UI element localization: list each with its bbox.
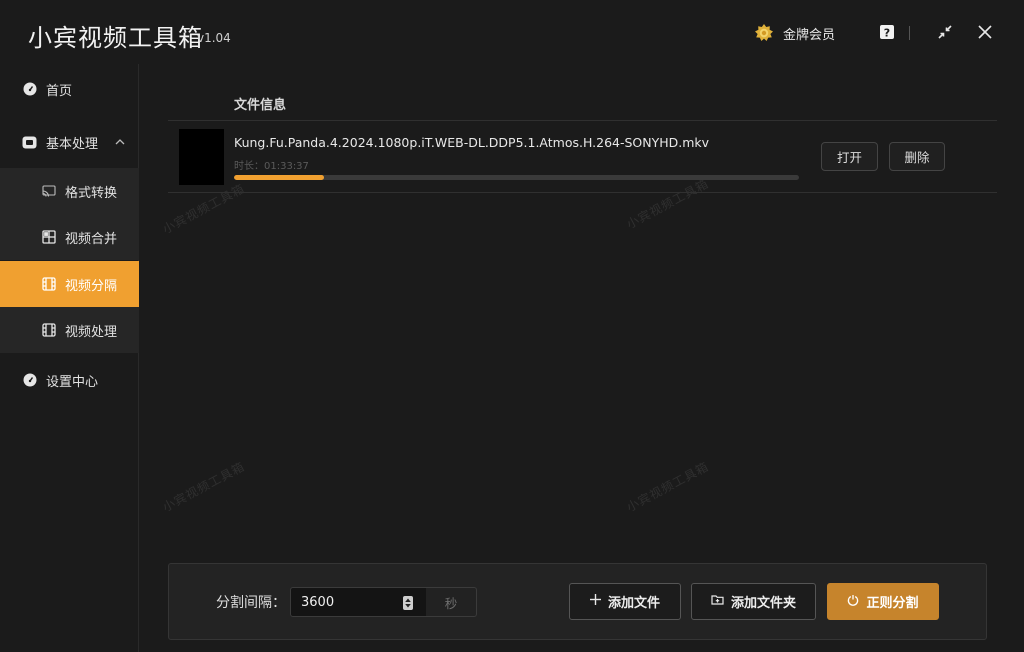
sidebar-item-label: 视频合并 — [65, 231, 118, 247]
add-file-button[interactable]: 添加文件 — [569, 583, 681, 620]
sidebar-item-video-merge[interactable]: 视频合并 — [0, 214, 139, 260]
box-icon — [22, 135, 37, 150]
gold-medal-icon — [755, 24, 773, 41]
shrink-arrows-icon — [938, 25, 952, 39]
film-icon — [41, 277, 56, 292]
add-file-label: 添加文件 — [607, 596, 660, 611]
sidebar-item-format-convert[interactable]: 格式转换 — [0, 168, 139, 214]
folder-icon — [711, 594, 724, 609]
svg-text:?: ? — [884, 27, 890, 40]
sidebar-item-settings[interactable]: 设置中心 — [0, 356, 139, 404]
unit-label: 秒 — [426, 587, 477, 617]
sidebar-item-label: 视频分隔 — [65, 278, 118, 294]
video-thumbnail — [179, 129, 224, 185]
start-split-label: 正则分割 — [866, 596, 919, 611]
title-bar: 小宾视频工具箱 v1.04 金牌会员 ? — [0, 0, 1024, 64]
sidebar-item-label: 首页 — [46, 83, 73, 99]
file-info-header: 文件信息 — [234, 98, 287, 113]
sidebar-item-video-process[interactable]: 视频处理 — [0, 307, 139, 353]
watermark: 小宾视频工具箱 — [624, 459, 712, 515]
file-duration: 时长：01:33:37 — [234, 161, 309, 172]
sidebar-item-label: 设置中心 — [46, 374, 99, 390]
help-button[interactable]: ? — [877, 22, 897, 42]
sidebar-item-label: 视频处理 — [65, 324, 118, 340]
interval-label: 分割间隔： — [216, 595, 286, 611]
cast-icon — [41, 184, 56, 199]
open-button[interactable]: 打开 — [821, 142, 878, 171]
add-folder-label: 添加文件夹 — [730, 596, 796, 611]
file-name: Kung.Fu.Panda.4.2024.1080p.iT.WEB-DL.DDP… — [234, 135, 710, 150]
app-title: 小宾视频工具箱 — [28, 24, 203, 52]
vip-member-button[interactable]: 金牌会员 — [754, 22, 835, 44]
progress-fill — [234, 175, 325, 180]
plus-icon — [589, 594, 601, 609]
sidebar-item-basic[interactable]: 基本处理 — [0, 118, 139, 166]
start-split-button[interactable]: 正则分割 — [827, 583, 939, 620]
help-icon: ? — [880, 25, 894, 40]
header-divider — [168, 120, 997, 121]
gauge-icon — [22, 373, 37, 388]
sidebar-item-video-split[interactable]: 视频分隔 — [0, 261, 139, 307]
progress-bar — [234, 175, 799, 180]
row-divider — [168, 192, 997, 193]
chevron-up-icon — [115, 135, 125, 150]
close-icon — [978, 25, 992, 39]
grid-merge-icon — [41, 230, 56, 245]
sidebar-item-label: 格式转换 — [65, 185, 118, 201]
film-icon — [41, 323, 56, 338]
watermark: 小宾视频工具箱 — [624, 176, 712, 232]
gauge-icon — [22, 82, 37, 97]
watermark: 小宾视频工具箱 — [160, 181, 248, 237]
close-button[interactable] — [975, 22, 995, 42]
titlebar-separator — [909, 26, 910, 40]
watermark: 小宾视频工具箱 — [160, 459, 248, 515]
vip-label: 金牌会员 — [783, 27, 836, 43]
power-icon — [847, 594, 859, 610]
sidebar-item-label: 基本处理 — [46, 136, 99, 152]
minimize-button[interactable] — [935, 22, 955, 42]
delete-button[interactable]: 删除 — [889, 142, 945, 171]
app-version: v1.04 — [197, 31, 231, 45]
spinner-icon[interactable] — [403, 595, 413, 610]
add-folder-button[interactable]: 添加文件夹 — [691, 583, 816, 620]
sidebar-item-home[interactable]: 首页 — [0, 65, 139, 113]
